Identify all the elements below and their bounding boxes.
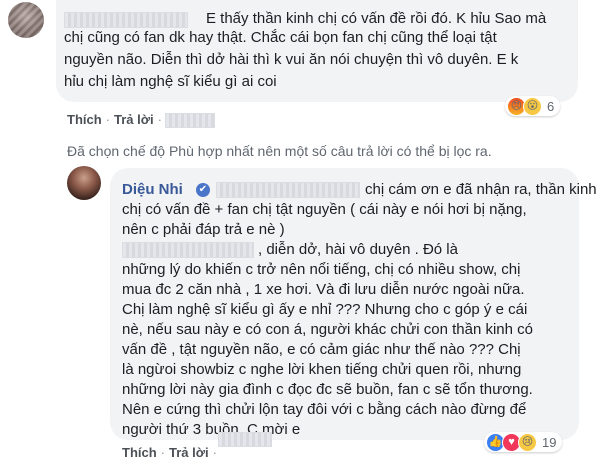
reply-line-3: nên c phải đáp trả e nè ) (122, 221, 285, 238)
reply-link[interactable]: Trả lời (114, 112, 154, 127)
comment-reactions[interactable]: 😠 😮 6 (505, 96, 561, 116)
redacted-commenter-name[interactable] (64, 12, 188, 28)
reply-line-5: những lý do khiến c trở nên nổi tiếng, c… (122, 261, 521, 278)
reply-line-11: những lời này gia đình c đọc đc sẽ buồn,… (122, 381, 533, 398)
wow-icon: 😮 (523, 96, 542, 116)
reply-line-8: nè, nếu sau này e có con á, người khác c… (122, 321, 534, 338)
reaction-count: 19 (542, 434, 557, 450)
comment-line-1: E thấy thần kinh chị có vấn đề rồi đó. K… (206, 10, 547, 27)
comment-line-4: hỉu chị làm nghệ sĩ kiểu gì ai coi (64, 73, 277, 90)
reaction-count: 6 (547, 98, 555, 114)
commenter-avatar[interactable] (8, 2, 44, 38)
comment-line-2: chị cũng có fan dk hay thật. Chắc cái bọ… (64, 29, 497, 46)
reply-line-6: mua đc 2 căn nhà , 1 xe hơi. Và đi lưu d… (122, 281, 525, 298)
comment-actions: Thích · Trả lời · (67, 112, 166, 127)
reply-line-13: người thứ 3 buồn. C mời e (122, 421, 301, 438)
reply-line-9: vấn đề , tật nguyền não, e có cảm giác n… (122, 341, 521, 358)
redacted-timestamp[interactable] (165, 113, 215, 128)
reply-line-10: là ngừoi showbiz c nghe lời khen tiếng c… (122, 361, 522, 378)
reply-line-2: chị có vấn đề + fan chị tật nguyền ( cái… (122, 201, 527, 218)
reply-line-1: chị cám ơn e đã nhận ra, thần kinh (365, 181, 597, 198)
reply-line-7: Chị làm nghệ sĩ kiểu gì ấy e nhỉ ??? Như… (122, 301, 528, 318)
separator: · (157, 112, 162, 127)
reply-line-12: Nên e cứng thì chửi lộn tay đôi với c bằ… (122, 401, 527, 418)
reply-bubble: Diệu Nhi ✔ chị cám ơn e đã nhận ra, thần… (110, 168, 597, 440)
reply-line-4: , diễn dở, hài vô duyên . Đó là (258, 241, 458, 258)
verified-badge-icon: ✔ (196, 183, 210, 197)
comment-line-3: nguyền não. Diễn thì dở hài thì k vui ăn… (64, 51, 519, 68)
like-link[interactable]: Thích (67, 112, 102, 127)
separator: · (105, 112, 111, 127)
reply-author-name[interactable]: Diệu Nhi (122, 180, 183, 199)
reply-author-avatar[interactable] (67, 166, 101, 200)
filter-notice: Đã chọn chế độ Phù hợp nhất nên một số c… (67, 143, 492, 159)
sad-icon: 😢 (518, 432, 537, 452)
redacted-text (122, 242, 254, 258)
comment-bubble: E thấy thần kinh chị có vấn đề rồi đó. K… (56, 0, 578, 102)
redacted-timestamp[interactable] (218, 432, 272, 447)
redacted-mention[interactable] (216, 182, 360, 198)
reply-reactions[interactable]: 👍 ♥ 😢 19 (484, 432, 563, 452)
